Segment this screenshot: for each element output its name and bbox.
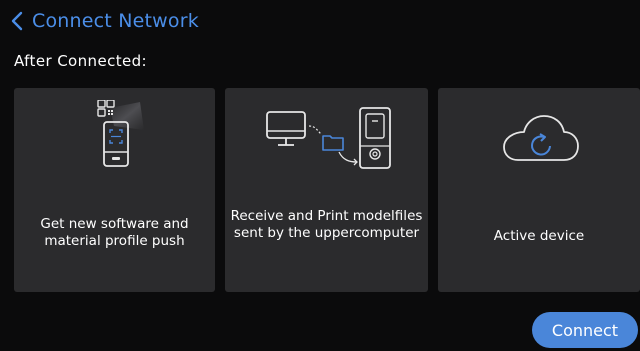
section-subtitle: After Connected: (14, 52, 148, 70)
qr-device-icon (14, 100, 215, 170)
feature-card-receive-print: Receive and Print modelfiles sent by the… (225, 88, 428, 292)
page-title: Connect Network (32, 10, 199, 32)
connect-network-screen: Connect Network After Connected: Get new… (0, 0, 640, 351)
computer-to-printer-icon (225, 100, 428, 172)
header-back[interactable]: Connect Network (8, 6, 199, 36)
card-label: Get new software and material profile pu… (40, 216, 189, 249)
connect-button[interactable]: Connect (532, 312, 638, 348)
card-label: Receive and Print modelfiles sent by the… (230, 208, 423, 241)
card-label: Active device (493, 228, 585, 244)
feature-card-software-push: Get new software and material profile pu… (14, 88, 215, 292)
chevron-left-icon[interactable] (8, 9, 26, 33)
feature-card-active-device: Active device (438, 88, 640, 292)
cloud-sync-icon (438, 112, 640, 168)
